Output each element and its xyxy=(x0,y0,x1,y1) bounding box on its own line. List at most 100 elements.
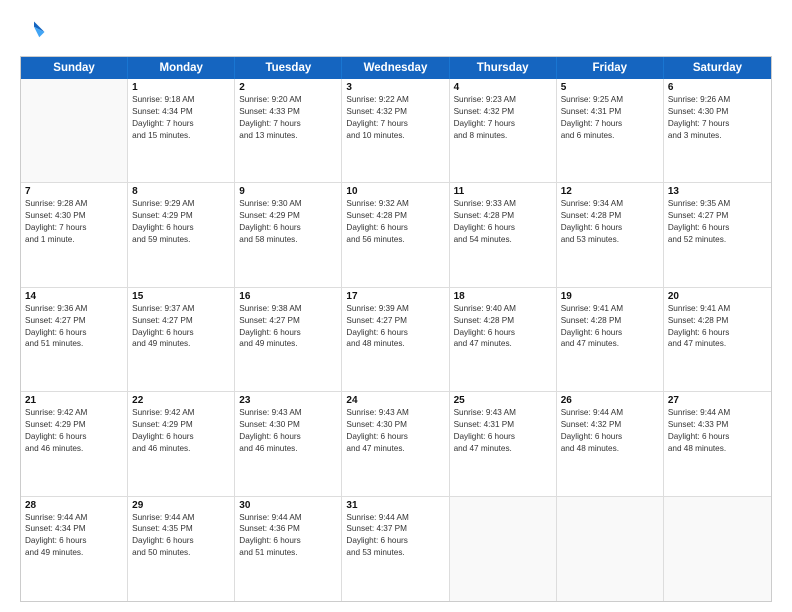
cell-info: Sunrise: 9:26 AMSunset: 4:30 PMDaylight:… xyxy=(668,94,767,142)
day-number: 8 xyxy=(132,186,230,197)
calendar-cell: 19Sunrise: 9:41 AMSunset: 4:28 PMDayligh… xyxy=(557,288,664,391)
calendar-row: 7Sunrise: 9:28 AMSunset: 4:30 PMDaylight… xyxy=(21,183,771,287)
calendar-cell: 1Sunrise: 9:18 AMSunset: 4:34 PMDaylight… xyxy=(128,79,235,182)
day-number: 29 xyxy=(132,500,230,511)
cell-info: Sunrise: 9:22 AMSunset: 4:32 PMDaylight:… xyxy=(346,94,444,142)
calendar-cell: 31Sunrise: 9:44 AMSunset: 4:37 PMDayligh… xyxy=(342,497,449,601)
cell-info: Sunrise: 9:37 AMSunset: 4:27 PMDaylight:… xyxy=(132,303,230,351)
day-number: 31 xyxy=(346,500,444,511)
calendar-cell: 9Sunrise: 9:30 AMSunset: 4:29 PMDaylight… xyxy=(235,183,342,286)
cell-info: Sunrise: 9:28 AMSunset: 4:30 PMDaylight:… xyxy=(25,198,123,246)
calendar-row: 1Sunrise: 9:18 AMSunset: 4:34 PMDaylight… xyxy=(21,79,771,183)
day-number: 16 xyxy=(239,291,337,302)
cell-info: Sunrise: 9:42 AMSunset: 4:29 PMDaylight:… xyxy=(132,407,230,455)
calendar-cell: 4Sunrise: 9:23 AMSunset: 4:32 PMDaylight… xyxy=(450,79,557,182)
cell-info: Sunrise: 9:38 AMSunset: 4:27 PMDaylight:… xyxy=(239,303,337,351)
cell-info: Sunrise: 9:43 AMSunset: 4:30 PMDaylight:… xyxy=(239,407,337,455)
day-number: 9 xyxy=(239,186,337,197)
day-number: 20 xyxy=(668,291,767,302)
calendar-cell: 16Sunrise: 9:38 AMSunset: 4:27 PMDayligh… xyxy=(235,288,342,391)
calendar-cell: 18Sunrise: 9:40 AMSunset: 4:28 PMDayligh… xyxy=(450,288,557,391)
header xyxy=(20,18,772,46)
logo-icon xyxy=(20,18,48,46)
day-number: 6 xyxy=(668,82,767,93)
calendar-cell xyxy=(21,79,128,182)
logo xyxy=(20,18,52,46)
day-number: 26 xyxy=(561,395,659,406)
calendar-cell: 21Sunrise: 9:42 AMSunset: 4:29 PMDayligh… xyxy=(21,392,128,495)
day-number: 17 xyxy=(346,291,444,302)
cell-info: Sunrise: 9:43 AMSunset: 4:31 PMDaylight:… xyxy=(454,407,552,455)
header-day-monday: Monday xyxy=(128,57,235,79)
header-day-saturday: Saturday xyxy=(664,57,771,79)
day-number: 10 xyxy=(346,186,444,197)
calendar-row: 21Sunrise: 9:42 AMSunset: 4:29 PMDayligh… xyxy=(21,392,771,496)
day-number: 5 xyxy=(561,82,659,93)
cell-info: Sunrise: 9:44 AMSunset: 4:37 PMDaylight:… xyxy=(346,512,444,560)
header-day-tuesday: Tuesday xyxy=(235,57,342,79)
day-number: 2 xyxy=(239,82,337,93)
cell-info: Sunrise: 9:18 AMSunset: 4:34 PMDaylight:… xyxy=(132,94,230,142)
cell-info: Sunrise: 9:36 AMSunset: 4:27 PMDaylight:… xyxy=(25,303,123,351)
calendar-cell: 28Sunrise: 9:44 AMSunset: 4:34 PMDayligh… xyxy=(21,497,128,601)
calendar-cell: 25Sunrise: 9:43 AMSunset: 4:31 PMDayligh… xyxy=(450,392,557,495)
page: SundayMondayTuesdayWednesdayThursdayFrid… xyxy=(0,0,792,612)
day-number: 25 xyxy=(454,395,552,406)
calendar-cell: 29Sunrise: 9:44 AMSunset: 4:35 PMDayligh… xyxy=(128,497,235,601)
calendar: SundayMondayTuesdayWednesdayThursdayFrid… xyxy=(20,56,772,602)
cell-info: Sunrise: 9:35 AMSunset: 4:27 PMDaylight:… xyxy=(668,198,767,246)
day-number: 14 xyxy=(25,291,123,302)
calendar-cell: 14Sunrise: 9:36 AMSunset: 4:27 PMDayligh… xyxy=(21,288,128,391)
cell-info: Sunrise: 9:29 AMSunset: 4:29 PMDaylight:… xyxy=(132,198,230,246)
calendar-cell: 11Sunrise: 9:33 AMSunset: 4:28 PMDayligh… xyxy=(450,183,557,286)
calendar-cell: 3Sunrise: 9:22 AMSunset: 4:32 PMDaylight… xyxy=(342,79,449,182)
calendar-cell: 6Sunrise: 9:26 AMSunset: 4:30 PMDaylight… xyxy=(664,79,771,182)
day-number: 23 xyxy=(239,395,337,406)
calendar-cell: 27Sunrise: 9:44 AMSunset: 4:33 PMDayligh… xyxy=(664,392,771,495)
day-number: 15 xyxy=(132,291,230,302)
calendar-cell: 2Sunrise: 9:20 AMSunset: 4:33 PMDaylight… xyxy=(235,79,342,182)
day-number: 24 xyxy=(346,395,444,406)
day-number: 1 xyxy=(132,82,230,93)
day-number: 11 xyxy=(454,186,552,197)
cell-info: Sunrise: 9:44 AMSunset: 4:33 PMDaylight:… xyxy=(668,407,767,455)
calendar-row: 14Sunrise: 9:36 AMSunset: 4:27 PMDayligh… xyxy=(21,288,771,392)
cell-info: Sunrise: 9:39 AMSunset: 4:27 PMDaylight:… xyxy=(346,303,444,351)
day-number: 30 xyxy=(239,500,337,511)
cell-info: Sunrise: 9:43 AMSunset: 4:30 PMDaylight:… xyxy=(346,407,444,455)
calendar-cell: 17Sunrise: 9:39 AMSunset: 4:27 PMDayligh… xyxy=(342,288,449,391)
cell-info: Sunrise: 9:44 AMSunset: 4:32 PMDaylight:… xyxy=(561,407,659,455)
header-day-wednesday: Wednesday xyxy=(342,57,449,79)
calendar-cell: 20Sunrise: 9:41 AMSunset: 4:28 PMDayligh… xyxy=(664,288,771,391)
cell-info: Sunrise: 9:44 AMSunset: 4:34 PMDaylight:… xyxy=(25,512,123,560)
cell-info: Sunrise: 9:42 AMSunset: 4:29 PMDaylight:… xyxy=(25,407,123,455)
cell-info: Sunrise: 9:44 AMSunset: 4:35 PMDaylight:… xyxy=(132,512,230,560)
cell-info: Sunrise: 9:25 AMSunset: 4:31 PMDaylight:… xyxy=(561,94,659,142)
cell-info: Sunrise: 9:34 AMSunset: 4:28 PMDaylight:… xyxy=(561,198,659,246)
day-number: 13 xyxy=(668,186,767,197)
calendar-cell: 5Sunrise: 9:25 AMSunset: 4:31 PMDaylight… xyxy=(557,79,664,182)
calendar-cell: 26Sunrise: 9:44 AMSunset: 4:32 PMDayligh… xyxy=(557,392,664,495)
day-number: 19 xyxy=(561,291,659,302)
calendar-body: 1Sunrise: 9:18 AMSunset: 4:34 PMDaylight… xyxy=(21,79,771,601)
day-number: 27 xyxy=(668,395,767,406)
calendar-header: SundayMondayTuesdayWednesdayThursdayFrid… xyxy=(21,57,771,79)
cell-info: Sunrise: 9:40 AMSunset: 4:28 PMDaylight:… xyxy=(454,303,552,351)
cell-info: Sunrise: 9:30 AMSunset: 4:29 PMDaylight:… xyxy=(239,198,337,246)
calendar-cell: 30Sunrise: 9:44 AMSunset: 4:36 PMDayligh… xyxy=(235,497,342,601)
day-number: 18 xyxy=(454,291,552,302)
calendar-cell: 23Sunrise: 9:43 AMSunset: 4:30 PMDayligh… xyxy=(235,392,342,495)
calendar-cell: 15Sunrise: 9:37 AMSunset: 4:27 PMDayligh… xyxy=(128,288,235,391)
day-number: 3 xyxy=(346,82,444,93)
calendar-row: 28Sunrise: 9:44 AMSunset: 4:34 PMDayligh… xyxy=(21,497,771,601)
day-number: 4 xyxy=(454,82,552,93)
calendar-cell xyxy=(450,497,557,601)
day-number: 22 xyxy=(132,395,230,406)
cell-info: Sunrise: 9:41 AMSunset: 4:28 PMDaylight:… xyxy=(561,303,659,351)
calendar-cell: 24Sunrise: 9:43 AMSunset: 4:30 PMDayligh… xyxy=(342,392,449,495)
cell-info: Sunrise: 9:41 AMSunset: 4:28 PMDaylight:… xyxy=(668,303,767,351)
cell-info: Sunrise: 9:44 AMSunset: 4:36 PMDaylight:… xyxy=(239,512,337,560)
cell-info: Sunrise: 9:33 AMSunset: 4:28 PMDaylight:… xyxy=(454,198,552,246)
calendar-cell: 22Sunrise: 9:42 AMSunset: 4:29 PMDayligh… xyxy=(128,392,235,495)
calendar-cell: 8Sunrise: 9:29 AMSunset: 4:29 PMDaylight… xyxy=(128,183,235,286)
